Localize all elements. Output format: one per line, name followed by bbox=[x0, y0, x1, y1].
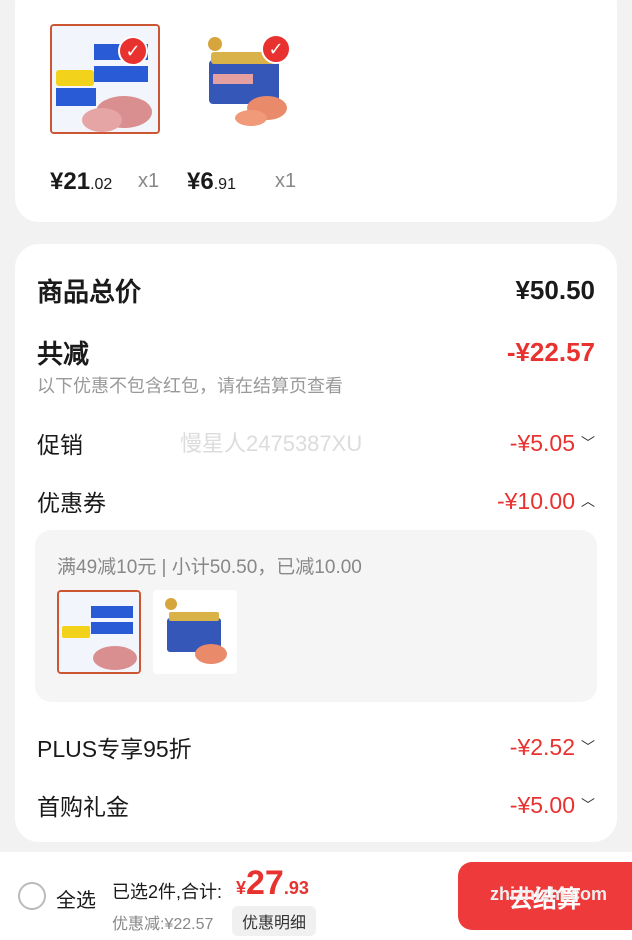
product-card: ✓ ✓ ¥21.02 x1 ¥6.91 x1 bbox=[15, 0, 617, 222]
coupon-product-image-1 bbox=[59, 592, 139, 672]
chevron-down-icon[interactable]: ﹀ bbox=[581, 737, 595, 757]
reduce-value: -¥22.57 bbox=[506, 337, 595, 367]
first-purchase-label: 首购礼金 bbox=[37, 794, 129, 820]
total-row: 商品总价 ¥50.50 bbox=[37, 272, 595, 309]
plus-value[interactable]: -¥2.52 ﹀ bbox=[510, 734, 595, 761]
coupon-value[interactable]: -¥10.00 ︿ bbox=[497, 488, 595, 515]
discount-detail-button[interactable]: 优惠明细 bbox=[232, 906, 317, 936]
promo-value[interactable]: -¥5.05 ﹀ bbox=[510, 430, 595, 457]
product-thumb-1[interactable]: ✓ bbox=[50, 24, 160, 134]
check-icon[interactable]: ✓ bbox=[261, 34, 291, 64]
coupon-label: 优惠券 bbox=[37, 490, 106, 516]
discount-summary: 优惠减:¥22.57 bbox=[112, 916, 214, 933]
plus-row[interactable]: PLUS专享95折 -¥2.52 ﹀ bbox=[37, 730, 595, 764]
check-icon[interactable]: ✓ bbox=[118, 36, 148, 66]
select-all-radio-icon[interactable] bbox=[18, 882, 46, 910]
plus-label: PLUS专享95折 bbox=[37, 736, 192, 762]
coupon-product-image-2 bbox=[153, 590, 237, 674]
total-amount: ¥27.93 bbox=[236, 864, 309, 902]
select-all-label[interactable]: 全选 bbox=[56, 884, 96, 913]
price-summary-card: 商品总价 ¥50.50 共减 -¥22.57 以下优惠不包含红包，请在结算页查看… bbox=[15, 244, 617, 842]
coupon-row[interactable]: 优惠券 -¥10.00 ︿ bbox=[37, 484, 595, 518]
promo-label: 促销 bbox=[37, 432, 83, 458]
product-thumb-2[interactable]: ✓ bbox=[191, 24, 301, 134]
chevron-up-icon[interactable]: ︿ bbox=[581, 491, 595, 511]
product-qty-2: x1 bbox=[275, 170, 297, 192]
first-purchase-row[interactable]: 首购礼金 -¥5.00 ﹀ bbox=[37, 788, 595, 822]
coupon-product-thumb-2 bbox=[153, 590, 237, 674]
reduce-row: 共减 -¥22.57 bbox=[37, 334, 595, 371]
site-watermark: zhizhizhi.com bbox=[490, 884, 607, 904]
chevron-down-icon[interactable]: ﹀ bbox=[581, 795, 595, 815]
first-purchase-value[interactable]: -¥5.00 ﹀ bbox=[510, 792, 595, 819]
reduce-label: 共减 bbox=[37, 339, 90, 369]
discount-note: 以下优惠不包含红包，请在结算页查看 bbox=[37, 376, 343, 396]
coupon-product-thumb-1 bbox=[57, 590, 141, 674]
coupon-detail-text: 满49减10元 | 小计50.50，已减10.00 bbox=[57, 557, 362, 578]
total-label: 商品总价 bbox=[37, 277, 142, 307]
watermark: 慢星人2475387XU bbox=[180, 431, 363, 456]
selected-count: 已选2件,合计: bbox=[112, 882, 223, 902]
product-qty-1: x1 bbox=[138, 170, 160, 192]
coupon-detail-box: 满49减10元 | 小计50.50，已减10.00 bbox=[35, 530, 597, 702]
total-value: ¥50.50 bbox=[515, 275, 595, 305]
product-price-2: ¥6.91 bbox=[187, 168, 236, 195]
product-price-1: ¥21.02 bbox=[50, 168, 113, 195]
chevron-down-icon[interactable]: ﹀ bbox=[581, 433, 595, 453]
